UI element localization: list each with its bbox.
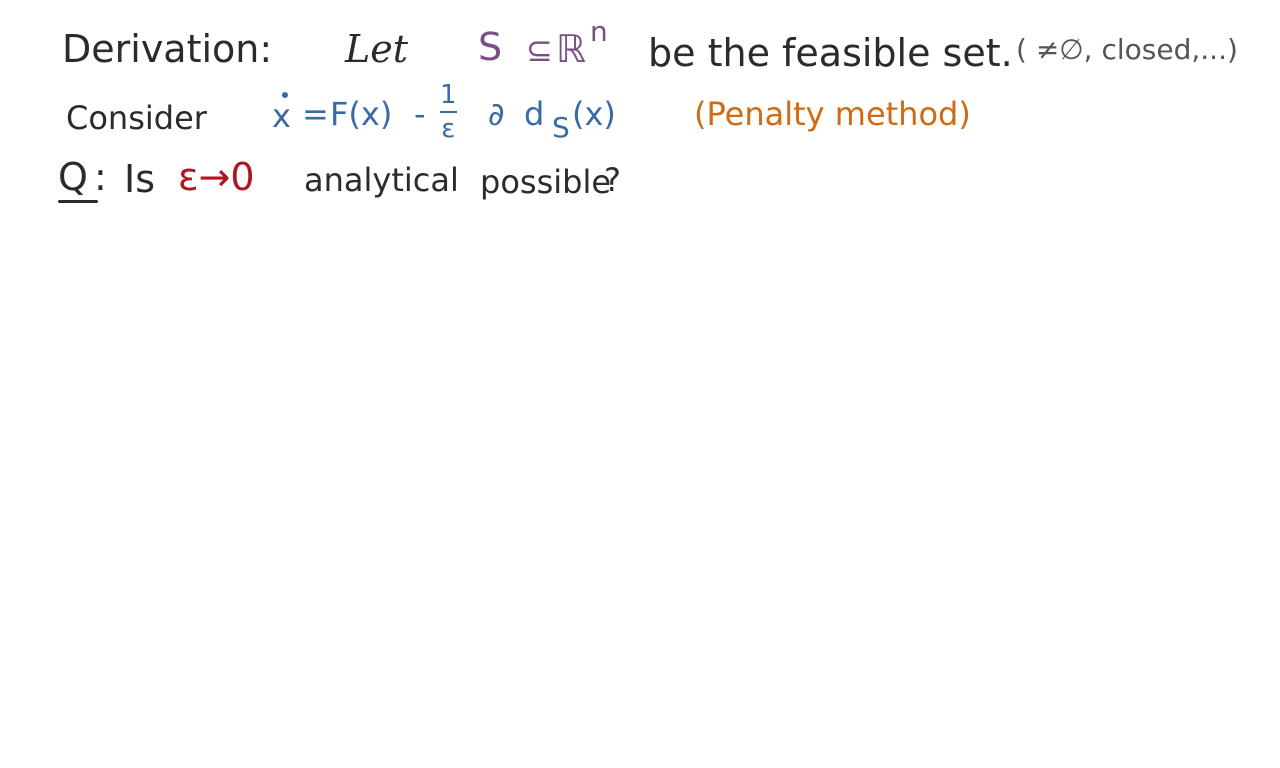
fraction-numerator: 1 — [440, 80, 457, 110]
subset-symbol: ⊆ — [526, 31, 553, 69]
partial-symbol: ∂ — [488, 95, 505, 133]
set-properties-note: ( ≠∅, closed,...) — [1016, 33, 1238, 66]
question-colon: : — [94, 155, 107, 199]
whiteboard-canvas: Derivation: Let S ⊆ ℝ n be the feasible … — [0, 0, 1280, 768]
equals-sign: = — [302, 95, 329, 133]
question-mark: ? — [604, 161, 621, 199]
epsilon-to-zero: ε→0 — [178, 155, 255, 199]
consider-label: Consider — [66, 99, 207, 137]
derivation-label: Derivation: — [62, 27, 273, 71]
distance-subscript: S — [552, 111, 570, 144]
question-q: Q — [58, 155, 88, 199]
distance-argument: (x) — [572, 95, 616, 133]
analytical-word: analytical — [304, 161, 459, 199]
x-dot-symbol: x — [272, 97, 291, 135]
one-over-epsilon-fraction: 1 ε — [440, 82, 457, 142]
let-word: Let — [345, 27, 408, 71]
minus-sign: - — [414, 95, 426, 133]
fraction-denominator: ε — [441, 114, 456, 144]
set-symbol: S — [478, 25, 503, 69]
f-of-x-term: F(x) — [330, 95, 393, 133]
possible-word: possible — [480, 163, 612, 201]
distance-symbol: d — [524, 95, 545, 133]
feasible-set-text: be the feasible set. — [648, 31, 1013, 75]
exponent-n: n — [590, 15, 608, 48]
is-word: Is — [124, 157, 156, 201]
fraction-bar — [440, 111, 457, 113]
penalty-method-annotation: (Penalty method) — [694, 95, 971, 133]
real-space-symbol: ℝ — [556, 27, 587, 71]
q-underline — [58, 200, 98, 203]
